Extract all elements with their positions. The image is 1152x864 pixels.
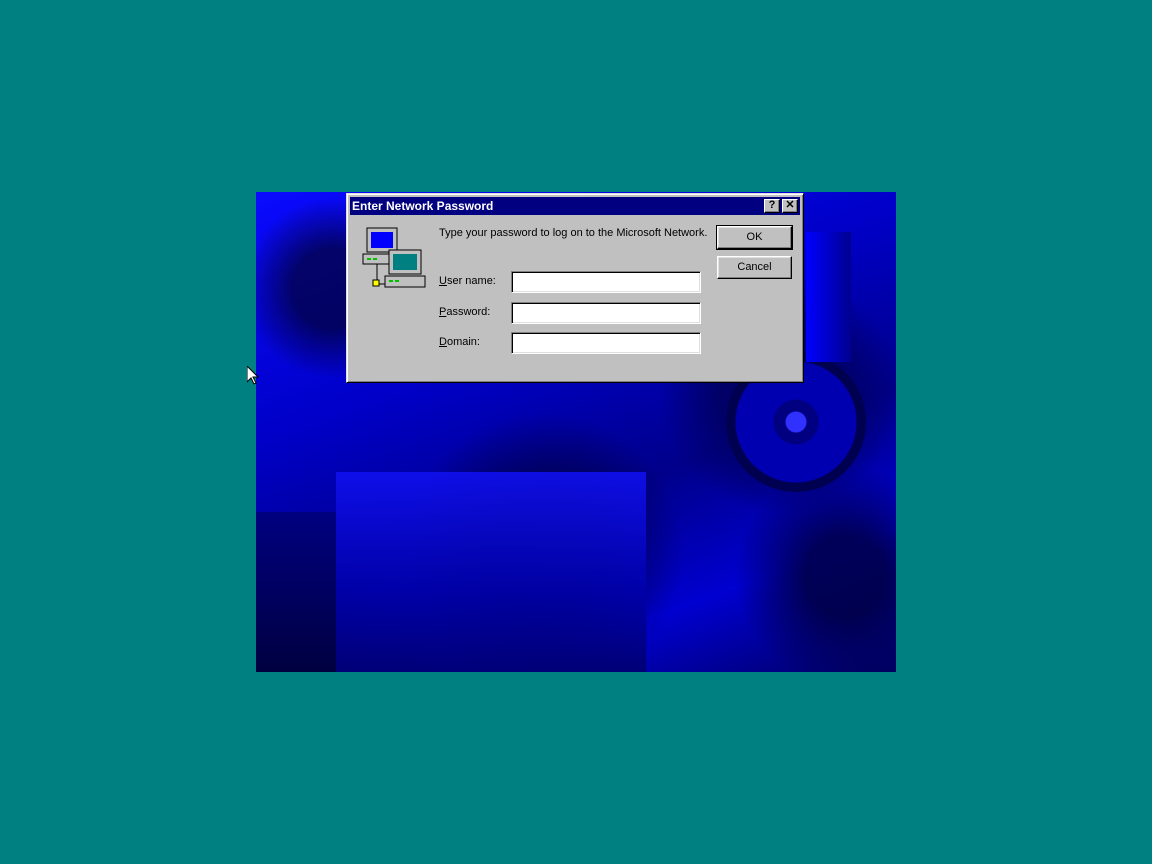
wallpaper-shape <box>256 512 336 672</box>
mouse-pointer-icon <box>247 366 259 385</box>
domain-label-access-key: D <box>439 336 447 348</box>
password-field[interactable] <box>511 302 701 324</box>
username-field[interactable] <box>511 271 701 293</box>
username-label-text: ser name: <box>446 275 496 287</box>
username-label: User name: <box>439 275 496 287</box>
dialog-message: Type your password to log on to the Micr… <box>439 227 708 239</box>
wallpaper-shape <box>806 232 851 362</box>
title-bar[interactable]: Enter Network Password ? ✕ <box>350 197 800 215</box>
username-label-access-key: U <box>439 275 447 287</box>
network-password-dialog: Enter Network Password ? ✕ Type your pas… <box>346 193 804 383</box>
help-button[interactable]: ? <box>764 199 780 213</box>
wallpaper-shape <box>336 472 646 672</box>
close-button[interactable]: ✕ <box>782 199 798 213</box>
ok-button[interactable]: OK <box>716 225 793 250</box>
network-computers-icon <box>362 227 426 288</box>
password-label-text: assword: <box>446 306 491 318</box>
domain-label-text: omain: <box>446 336 480 348</box>
domain-field[interactable] <box>511 332 701 354</box>
domain-label: Domain: <box>439 336 480 348</box>
cancel-button[interactable]: Cancel <box>717 256 792 279</box>
dialog-title: Enter Network Password <box>352 199 494 213</box>
password-label: Password: <box>439 306 490 318</box>
